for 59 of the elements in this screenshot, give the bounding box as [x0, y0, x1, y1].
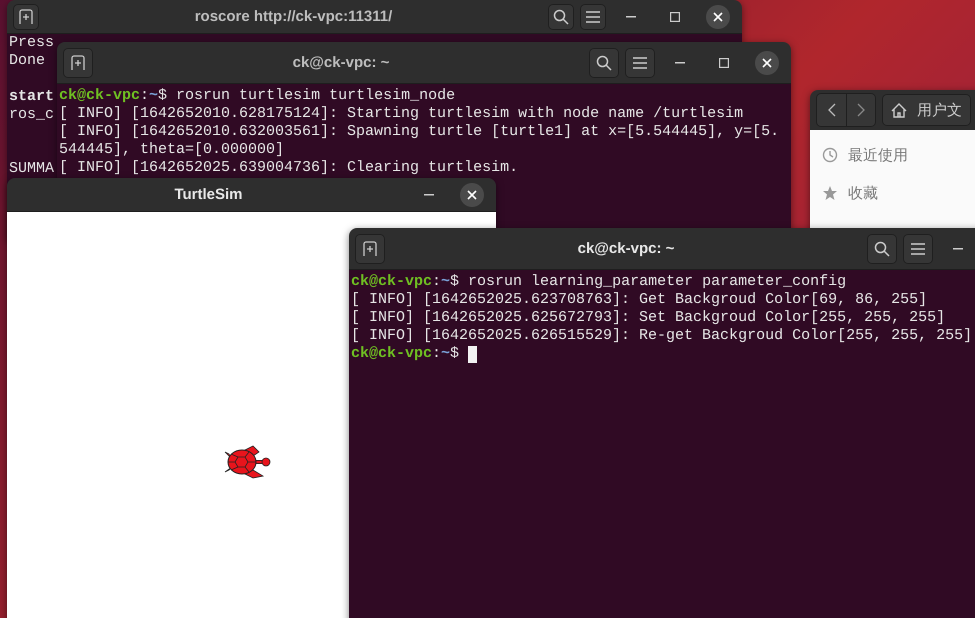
terminal-line: start — [9, 88, 54, 106]
close-icon — [467, 190, 477, 200]
search-icon — [553, 8, 569, 24]
terminal-line: ck@ck-vpc:~$ rosrun turtlesim turtlesim_node — [59, 87, 456, 105]
search-icon — [596, 54, 612, 70]
close-button[interactable] — [706, 4, 730, 28]
maximize-icon — [719, 58, 729, 68]
window-title: roscore http://ck-vpc:11311/ — [194, 8, 394, 25]
home-path-button[interactable]: 用户文 — [882, 94, 971, 126]
menu-button[interactable] — [580, 4, 606, 30]
terminal-line: Done — [9, 52, 46, 70]
new-tab-icon — [362, 240, 378, 256]
terminal-line: ros_c — [9, 106, 54, 124]
terminal-line: SUMMA — [9, 160, 54, 178]
new-tab-icon — [70, 54, 86, 70]
terminal-line: Press — [9, 34, 54, 52]
menu-icon — [633, 56, 647, 68]
menu-icon — [911, 242, 925, 254]
terminal-line: [ INFO] [1642652010.632003561]: Spawning turtle [turtle1] at x=[5.544445], y=[5. — [59, 123, 780, 141]
new-tab-icon — [18, 8, 34, 24]
menu-icon — [586, 10, 600, 22]
menu-button[interactable] — [903, 234, 933, 264]
search-button[interactable] — [589, 48, 619, 78]
window-title: ck@ck-vpc: ~ — [576, 240, 676, 257]
sidebar-item[interactable]: 最近使用 — [810, 136, 975, 174]
terminal-line: [ INFO] [1642652025.626515529]: Re-get Backgroud Color[255, 255, 255] — [351, 327, 972, 345]
turtle-drawing — [224, 446, 270, 478]
terminal-line: [ INFO] [1642652010.628175124]: Starting turtlesim with node name /turtlesim — [59, 105, 744, 123]
close-button[interactable] — [460, 182, 484, 206]
back-icon — [828, 103, 836, 117]
sidebar-item[interactable]: 收藏 — [810, 174, 975, 212]
terminal-line: ck@ck-vpc:~$ rosrun learning_parameter parameter_config — [351, 273, 846, 291]
clock-icon — [822, 147, 838, 163]
terminal-line: [ INFO] [1642652025.625672793]: Set Backgroud Color[255, 255, 255] — [351, 309, 946, 327]
search-icon — [874, 240, 890, 256]
terminal-line: [ INFO] [1642652025.639004736]: Clearing turtlesim. — [59, 159, 518, 177]
close-icon — [762, 58, 772, 68]
window-title: ck@ck-vpc: ~ — [292, 54, 390, 71]
window-title: TurtleSim — [173, 186, 244, 203]
minimize-icon — [424, 194, 434, 196]
terminal-line: 544445], theta=[0.000000] — [59, 141, 284, 159]
terminal-line: ck@ck-vpc:~$ — [351, 345, 460, 363]
search-button[interactable] — [867, 234, 897, 264]
terminal-line: [ INFO] [1642652025.623708763]: Get Backgroud Color[69, 86, 255] — [351, 291, 928, 309]
close-button[interactable] — [755, 50, 779, 74]
minimize-icon — [626, 16, 636, 18]
text-cursor — [468, 346, 478, 362]
menu-button[interactable] — [625, 48, 655, 78]
new-tab-button[interactable] — [13, 4, 39, 30]
forward-icon — [857, 103, 865, 117]
maximize-icon — [670, 12, 680, 22]
new-tab-button[interactable] — [355, 234, 385, 264]
minimize-icon — [675, 62, 685, 64]
new-tab-button[interactable] — [63, 48, 93, 78]
star-icon — [822, 185, 838, 201]
home-icon — [891, 102, 907, 118]
close-icon — [713, 12, 723, 22]
minimize-icon — [953, 248, 963, 250]
search-button[interactable] — [548, 4, 574, 30]
